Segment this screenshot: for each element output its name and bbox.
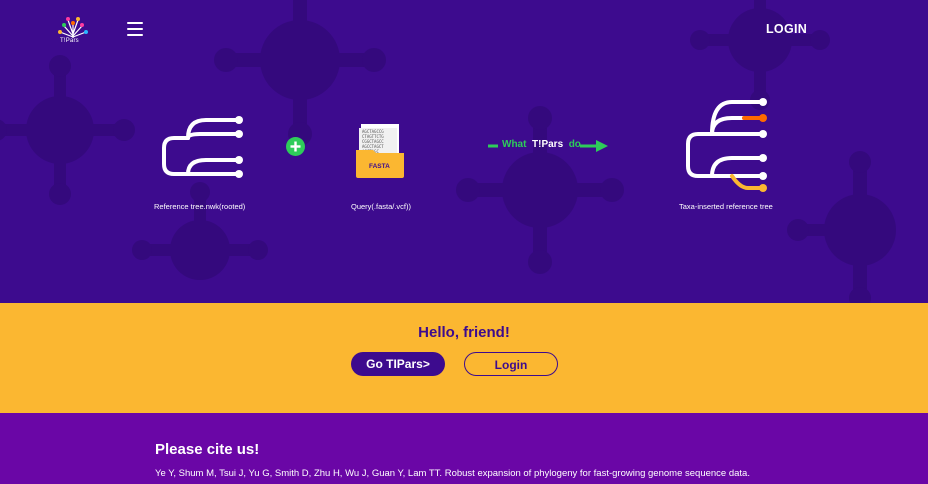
hello-heading: Hello, friend! <box>418 324 510 341</box>
hamburger-menu-icon[interactable] <box>127 22 143 37</box>
arrow-text-before: What <box>502 139 527 150</box>
reference-caption: Reference tree.nwk(rooted) <box>154 202 246 211</box>
cite-title: Please cite us! <box>155 441 260 458</box>
arrow-text-brand: T!Pars <box>532 139 564 150</box>
virus-background-pattern <box>0 0 896 303</box>
plus-icon <box>286 137 305 156</box>
login-nav-link[interactable]: LOGIN <box>766 22 807 36</box>
fasta-label: FASTA <box>369 163 390 170</box>
reference-tree-icon <box>162 116 243 178</box>
login-button[interactable]: Login <box>464 352 558 376</box>
hello-section: Hello, friend! Go TIPars> Login <box>0 303 928 413</box>
arrow-text-after: do <box>568 139 581 150</box>
fasta-folder-icon: AGCTAGCCG CTAGTTCTG CGGCTAGCC AGCCTAGCT … <box>356 124 404 178</box>
hero-section: T!Pars LOGIN Reference tree.nwk(rooted) … <box>0 0 928 303</box>
logo-text: T!Pars <box>60 38 79 44</box>
cite-section: Please cite us! Ye Y, Shum M, Tsui J, Yu… <box>0 413 928 484</box>
taxa-inserted-tree-icon <box>686 98 767 192</box>
query-caption: Query(.fasta/.vcf)) <box>351 202 412 211</box>
go-tipars-button[interactable]: Go TIPars> <box>351 352 445 376</box>
cite-text: Ye Y, Shum M, Tsui J, Yu G, Smith D, Zhu… <box>155 468 750 479</box>
output-caption: Taxa-inserted reference tree <box>679 202 773 211</box>
what-tipars-do-label: What T!Pars do <box>502 139 581 150</box>
